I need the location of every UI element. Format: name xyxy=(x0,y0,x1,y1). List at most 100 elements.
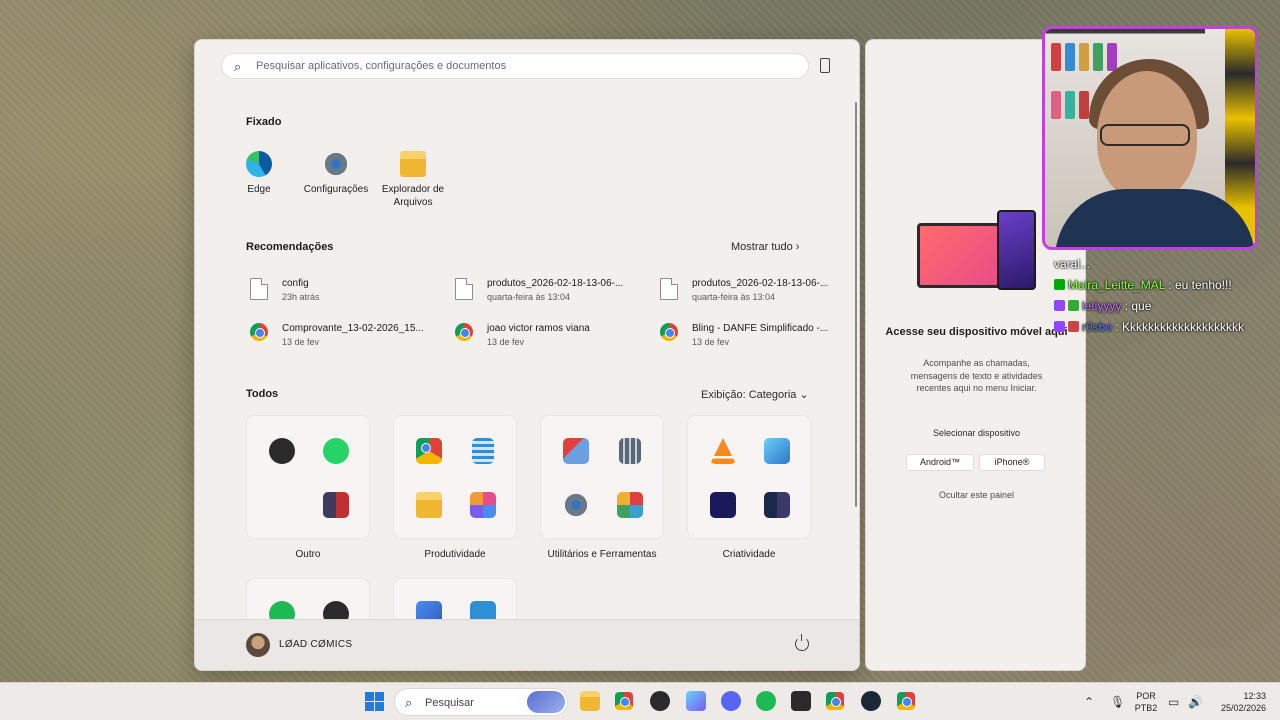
taskbar-search[interactable]: ⌕ Pesquisar xyxy=(394,688,568,716)
stream-chat: varal... Maira_Leitte_MAL : eu tenho!!! … xyxy=(1054,254,1254,338)
app-group-criatividade[interactable] xyxy=(687,415,811,539)
show-all-link[interactable]: Mostrar tudo › xyxy=(731,241,799,253)
chat-message: Maira_Leitte_MAL : eu tenho!!! xyxy=(1054,275,1254,296)
document-icon xyxy=(250,278,268,300)
twitch-badge-icon xyxy=(1054,300,1065,311)
phone-link-icon[interactable] xyxy=(820,58,830,73)
notepad-icon xyxy=(472,438,494,464)
sub-badge-icon xyxy=(1068,321,1079,332)
person-glasses xyxy=(1100,124,1190,146)
chrome-icon[interactable] xyxy=(897,692,915,710)
spray-can xyxy=(1107,43,1117,71)
sub-badge-icon xyxy=(1068,300,1079,311)
recommendation-item[interactable]: Comprovante_13-02-2026_15... 13 de fev xyxy=(250,323,440,347)
folder-icon xyxy=(416,492,442,518)
language-indicator[interactable]: POR PTB2 xyxy=(1130,690,1162,714)
spotify-icon[interactable] xyxy=(756,691,776,711)
laptop-illustration xyxy=(917,223,1009,288)
pinned-settings[interactable]: Configurações xyxy=(296,151,376,196)
start-menu: ⌕ Pesquisar aplicativos, configurações e… xyxy=(194,39,860,671)
app-folder-icon xyxy=(323,492,349,518)
network-icon[interactable]: ▭ xyxy=(1168,695,1179,709)
vlc-icon xyxy=(710,438,736,464)
chrome-icon xyxy=(660,323,678,341)
webcam-overlay xyxy=(1042,26,1258,250)
chrome-icon[interactable] xyxy=(826,692,844,710)
volume-icon[interactable]: 🔊 xyxy=(1188,695,1203,709)
folder-icon xyxy=(400,151,426,177)
group-label-outro: Outro xyxy=(295,549,321,560)
app-group-outro[interactable] xyxy=(246,415,370,539)
media-encoder-icon xyxy=(710,492,736,518)
whatsapp-icon xyxy=(323,438,349,464)
search-placeholder: Pesquisar aplicativos, configurações e d… xyxy=(256,60,507,72)
clock[interactable]: 12:33 25/02/2026 xyxy=(1208,690,1266,714)
app-group-utilitarios[interactable] xyxy=(540,415,664,539)
edge-icon xyxy=(246,151,272,177)
user-avatar[interactable] xyxy=(246,633,270,657)
spray-can xyxy=(1065,91,1075,119)
group-label-criatividade: Criatividade xyxy=(722,549,776,560)
settings-gear-icon xyxy=(563,492,589,518)
app-icon[interactable] xyxy=(686,691,706,711)
photos-icon xyxy=(764,438,790,464)
chrome-icon xyxy=(455,323,473,341)
spray-can xyxy=(1079,43,1089,71)
iphone-button[interactable]: iPhone® xyxy=(979,454,1045,471)
chrome-icon xyxy=(416,438,442,464)
phone-panel-description: Acompanhe as chamadas, mensagens de text… xyxy=(910,358,1043,393)
obs-icon[interactable] xyxy=(650,691,670,711)
chat-message: varal... xyxy=(1054,257,1091,271)
search-highlight-icon xyxy=(527,691,565,713)
spray-can xyxy=(1051,43,1061,71)
recommendation-item[interactable]: Bling - DANFE Simplificado -... 13 de fev xyxy=(660,323,850,347)
app-folder-icon xyxy=(617,492,643,518)
scrollbar[interactable] xyxy=(855,102,857,507)
pinned-file-explorer[interactable]: Explorador de Arquivos xyxy=(373,151,453,209)
group-label-utilitarios: Utilitários e Ferramentas xyxy=(547,549,657,560)
start-search-input[interactable]: ⌕ Pesquisar aplicativos, configurações e… xyxy=(221,53,809,79)
recommendation-item[interactable]: produtos_2026-02-18-13-06-... quarta-feir… xyxy=(660,278,850,302)
start-button[interactable] xyxy=(365,692,384,711)
taskbar: ⌕ Pesquisar ⌃ 🎙 POR PTB2 ▭ 🔊 12:33 25/02/2… xyxy=(0,682,1280,720)
phone-illustration xyxy=(997,210,1036,290)
twitch-badge-icon xyxy=(1054,321,1065,332)
view-category-dropdown[interactable]: Exibição: Categoria ⌄ xyxy=(701,388,809,401)
start-footer: LØAD CØMICS xyxy=(195,619,859,670)
kick-badge-icon xyxy=(1054,279,1065,290)
all-apps-title: Todos xyxy=(246,388,279,400)
select-device-label: Selecionar dispositivo xyxy=(932,428,1021,438)
terminal-icon[interactable] xyxy=(791,691,811,711)
microphone-icon[interactable]: 🎙 xyxy=(1110,695,1125,709)
pinned-edge[interactable]: Edge xyxy=(219,151,299,196)
power-icon[interactable] xyxy=(795,634,809,651)
search-icon: ⌕ xyxy=(234,59,242,74)
discord-icon[interactable] xyxy=(721,691,741,711)
android-button[interactable]: Android™ xyxy=(906,454,974,471)
app-folder-icon xyxy=(764,492,790,518)
recommendations-title: Recomendações xyxy=(246,241,334,253)
steam-icon[interactable] xyxy=(861,691,881,711)
chrome-icon[interactable] xyxy=(615,692,633,710)
group-label-produtividade: Produtividade xyxy=(424,549,486,560)
spray-can xyxy=(1051,91,1061,119)
hide-panel-link[interactable]: Ocultar este painel xyxy=(866,490,1087,500)
spray-can xyxy=(1093,43,1103,71)
recommendation-item[interactable]: produtos_2026-02-18-13-06-... quarta-feir… xyxy=(455,278,645,302)
document-icon xyxy=(660,278,678,300)
snipping-tool-icon xyxy=(563,438,589,464)
obs-icon xyxy=(269,438,295,464)
file-explorer-icon[interactable] xyxy=(580,691,600,711)
chevron-up-icon[interactable]: ⌃ xyxy=(1084,695,1094,709)
app-folder-icon xyxy=(470,492,496,518)
user-name[interactable]: LØAD CØMICS xyxy=(279,639,352,650)
recommendation-item[interactable]: joao victor ramos viana 13 de fev xyxy=(455,323,645,347)
document-icon xyxy=(455,278,473,300)
app-group-produtividade[interactable] xyxy=(393,415,517,539)
recommendation-item[interactable]: config 23h atrás xyxy=(250,278,440,302)
chat-message: letiyyyy : que xyxy=(1054,296,1254,317)
chrome-icon xyxy=(250,323,268,341)
settings-gear-icon xyxy=(323,151,349,177)
calculator-icon xyxy=(619,438,641,464)
spray-can xyxy=(1065,43,1075,71)
